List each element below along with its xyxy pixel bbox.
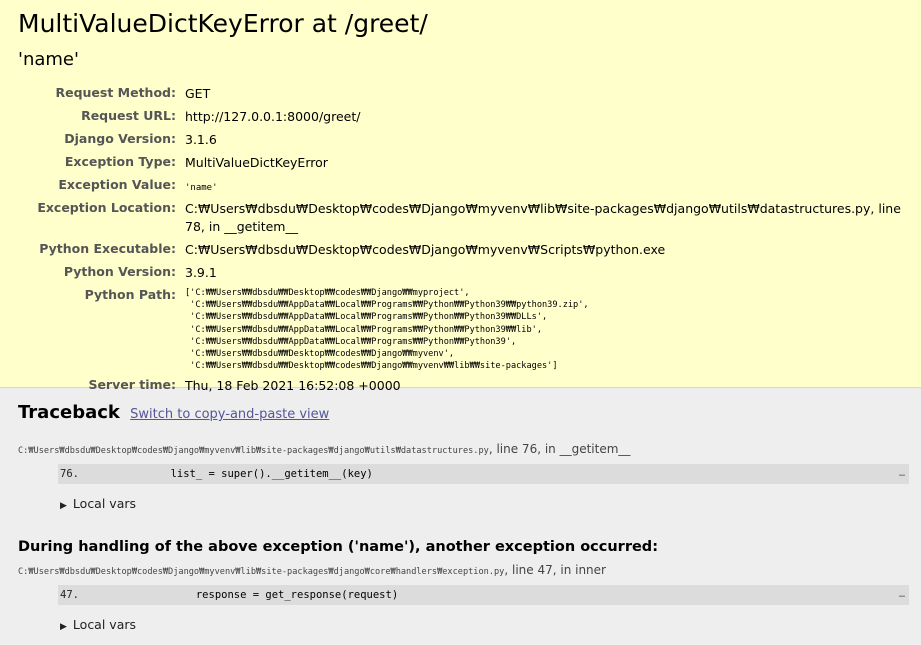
meta-row-exception-location: Exception Location: C:₩Users₩dbsdu₩Deskt…: [18, 198, 903, 239]
meta-row-request-url: Request URL: http://127.0.0.1:8000/greet…: [18, 106, 903, 129]
triangle-right-icon: ▶: [60, 622, 67, 632]
meta-label: Request URL:: [81, 108, 176, 123]
meta-label: Python Executable:: [39, 241, 176, 256]
meta-row-python-executable: Python Executable: C:₩Users₩dbsdu₩Deskto…: [18, 239, 903, 262]
meta-row-python-version: Python Version: 3.9.1: [18, 262, 903, 285]
frame-line-info: , line 76, in __getitem__: [488, 442, 631, 456]
context-line[interactable]: 47. response = get_response(request) …: [58, 585, 909, 605]
error-summary: MultiValueDictKeyError at /greet/ 'name'…: [0, 0, 921, 393]
meta-label: Exception Value:: [58, 177, 176, 192]
meta-label: Python Version:: [63, 264, 176, 279]
line-number: 76.: [60, 468, 79, 480]
line-number: 47.: [60, 589, 79, 601]
meta-label: Request Method:: [55, 85, 176, 100]
triangle-right-icon: ▶: [60, 501, 67, 511]
meta-row-request-method: Request Method: GET: [18, 83, 903, 106]
during-handling-heading: During handling of the above exception (…: [18, 539, 658, 555]
meta-label: Exception Location:: [37, 200, 176, 215]
frame-line-info: , line 47, in inner: [504, 563, 606, 577]
expand-context-icon[interactable]: …: [899, 464, 905, 484]
meta-label: Django Version:: [64, 131, 176, 146]
meta-row-exception-value: Exception Value: 'name': [18, 175, 903, 198]
local-vars-label: Local vars: [72, 496, 137, 511]
frame-file-location: C:₩Users₩dbsdu₩Desktop₩codes₩Django₩myve…: [18, 563, 909, 577]
code-text: response = get_response(request): [120, 589, 399, 601]
meta-value: 'name': [185, 175, 903, 198]
frame-file-path: C:₩Users₩dbsdu₩Desktop₩codes₩Django₩myve…: [18, 567, 505, 577]
page-title: MultiValueDictKeyError at /greet/: [18, 9, 428, 38]
meta-value: C:₩Users₩dbsdu₩Desktop₩codes₩Django₩myve…: [185, 242, 666, 257]
python-path-list: ['C:₩₩Users₩₩dbsdu₩₩Desktop₩₩codes₩₩Djan…: [185, 288, 589, 372]
exception-value-code: 'name': [185, 183, 218, 193]
copy-paste-view-link[interactable]: Switch to copy-and-paste view: [130, 407, 329, 422]
local-vars-label: Local vars: [72, 617, 137, 632]
frame-file-location: C:₩Users₩dbsdu₩Desktop₩codes₩Django₩myve…: [18, 442, 909, 456]
request-meta-table: Request Method: GET Request URL: http://…: [18, 83, 903, 398]
meta-row-exception-type: Exception Type: MultiValueDictKeyError: [18, 152, 903, 175]
meta-value: http://127.0.0.1:8000/greet/: [185, 109, 361, 124]
meta-row-python-path: Python Path: ['C:₩₩Users₩₩dbsdu₩₩Desktop…: [18, 285, 903, 375]
meta-row-django-version: Django Version: 3.1.6: [18, 129, 903, 152]
code-text: list_ = super().__getitem__(key): [120, 468, 373, 480]
exception-value-heading: 'name': [18, 49, 79, 70]
meta-value: GET: [185, 86, 211, 101]
frame-file-path: C:₩Users₩dbsdu₩Desktop₩codes₩Django₩myve…: [18, 446, 489, 456]
local-vars-toggle[interactable]: ▶ Local vars: [60, 617, 909, 632]
meta-label: Python Path:: [84, 287, 176, 302]
expand-context-icon[interactable]: …: [899, 585, 905, 605]
meta-value: 3.1.6: [185, 132, 217, 147]
traceback-title: Traceback: [18, 402, 120, 423]
traceback-section: Traceback Switch to copy-and-paste view …: [0, 388, 921, 632]
meta-value: C:₩Users₩dbsdu₩Desktop₩codes₩Django₩myve…: [185, 201, 901, 234]
meta-value: 3.9.1: [185, 265, 217, 280]
meta-value: MultiValueDictKeyError: [185, 155, 328, 170]
traceback-heading: Traceback Switch to copy-and-paste view: [18, 400, 909, 428]
meta-label: Exception Type:: [64, 154, 176, 169]
local-vars-toggle[interactable]: ▶ Local vars: [60, 496, 909, 511]
meta-value: ['C:₩₩Users₩₩dbsdu₩₩Desktop₩₩codes₩₩Djan…: [185, 285, 903, 375]
context-line[interactable]: 76. list_ = super().__getitem__(key) …: [58, 464, 909, 484]
